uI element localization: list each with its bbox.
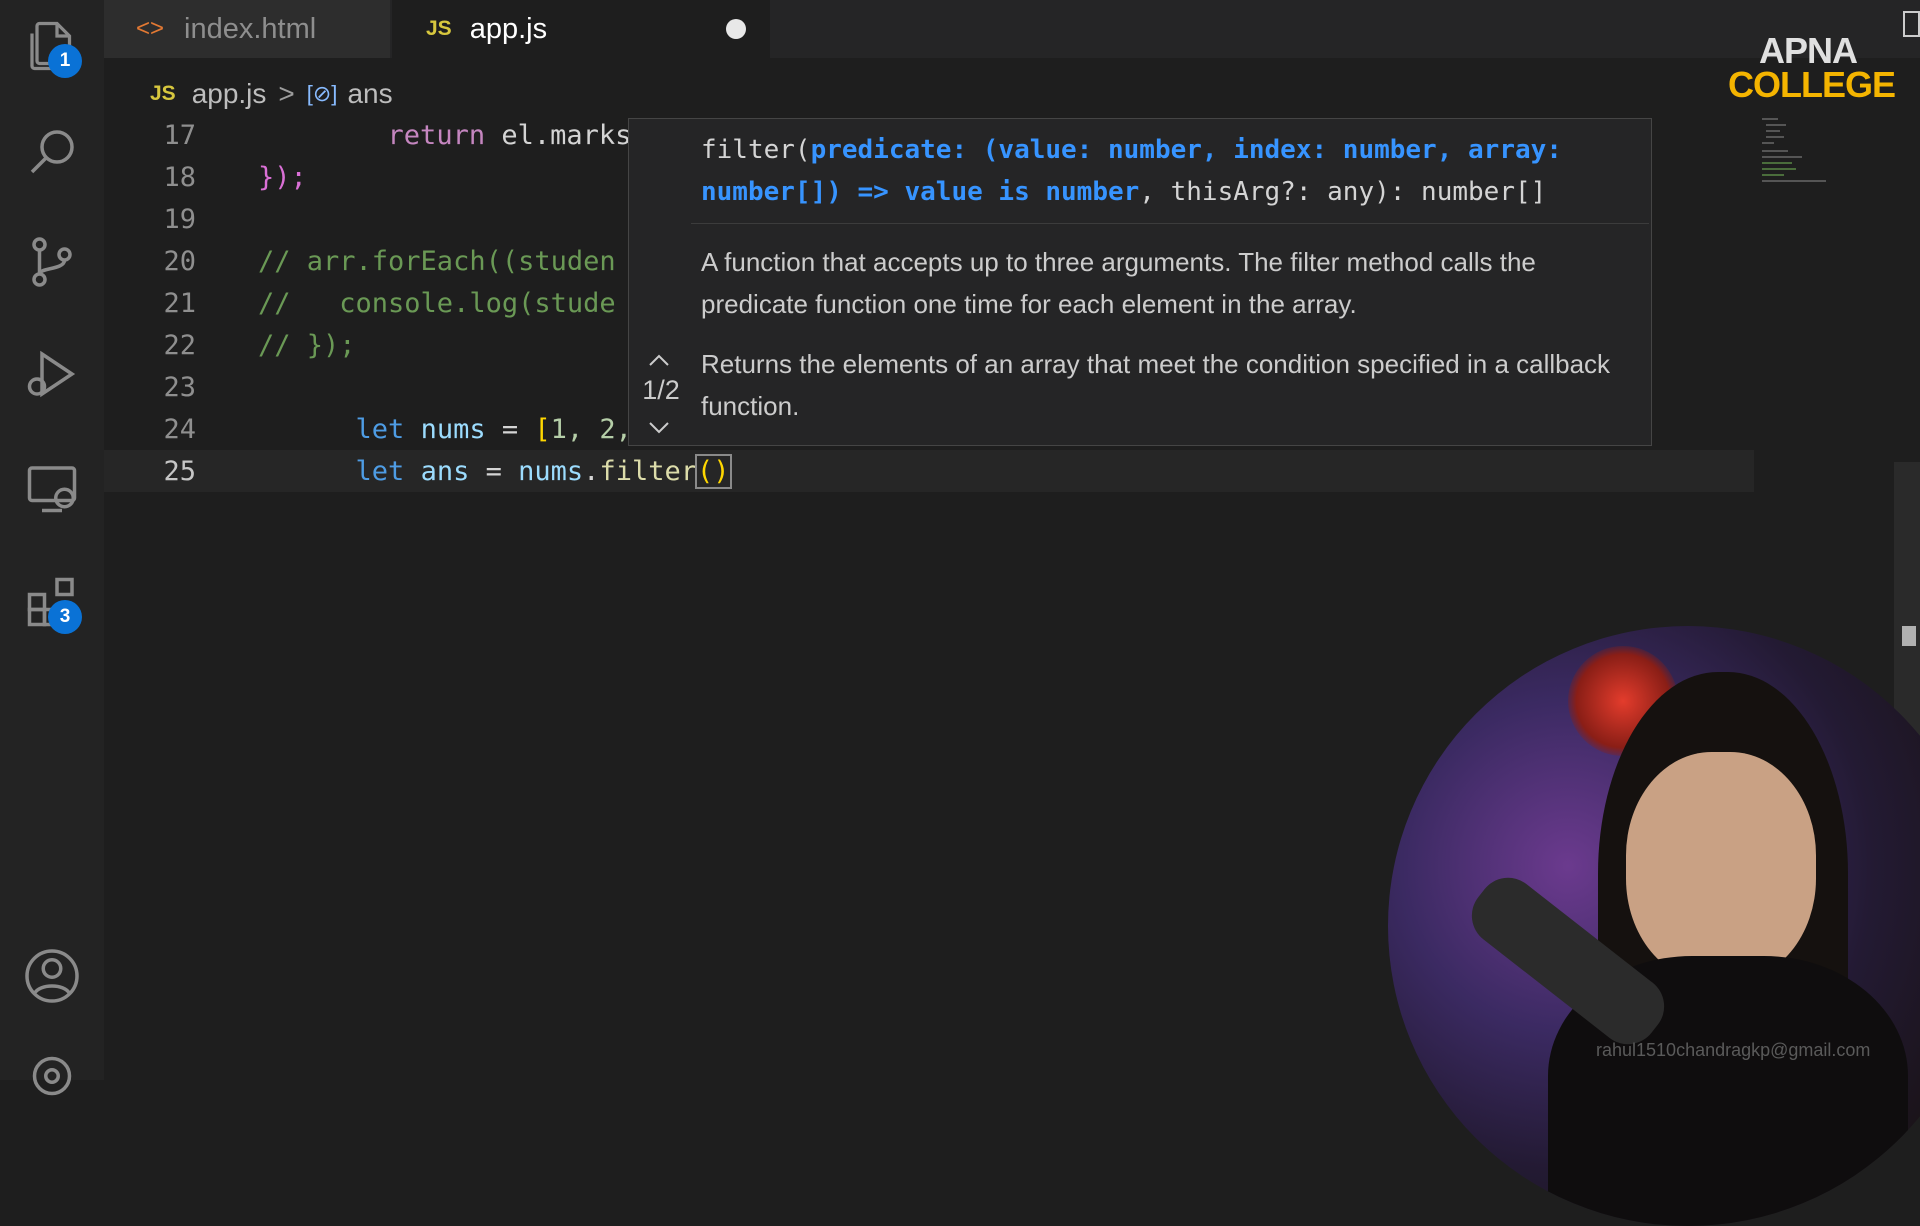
code-token: =	[469, 455, 519, 487]
breadcrumb-file[interactable]: app.js	[192, 78, 267, 110]
parameter-documentation: A function that accepts up to three argu…	[701, 247, 1536, 319]
tab-index-html[interactable]: <> index.html	[104, 0, 390, 58]
line-number: 25	[163, 455, 196, 487]
code-token: nums	[518, 455, 584, 487]
js-file-icon: JS	[426, 17, 452, 40]
chevron-up-icon[interactable]	[647, 353, 671, 367]
tab-bar: <> index.html JS app.js ···	[104, 0, 1920, 58]
code-token: return	[387, 119, 486, 151]
line-number: 24	[163, 413, 196, 445]
line-number: 18	[163, 161, 196, 193]
code-comment: // console.log(stude	[258, 287, 616, 319]
line-number: 21	[163, 287, 196, 319]
divider	[691, 223, 1649, 224]
code-token: let	[355, 455, 405, 487]
code-line-active: 25 let ans = nums.filter()	[104, 450, 1754, 492]
scrollbar-thumb[interactable]	[1902, 626, 1916, 646]
chevron-down-icon[interactable]	[647, 421, 671, 435]
search-icon[interactable]	[16, 116, 88, 188]
split-editor-icon[interactable]	[1902, 10, 1920, 38]
apna-college-logo: APNA COLLEGE	[1728, 30, 1896, 105]
code-token: ()	[695, 453, 732, 489]
tab-app-js[interactable]: JS app.js	[392, 0, 770, 58]
code-comment: // });	[258, 329, 356, 361]
code-token: ans	[404, 455, 470, 487]
code-token: .	[583, 455, 600, 487]
code-token: });	[258, 161, 307, 193]
settings-gear-icon[interactable]	[16, 1040, 88, 1112]
line-number: 23	[163, 371, 196, 403]
overload-navigator: 1/2	[629, 119, 689, 445]
explorer-badge: 1	[48, 44, 82, 78]
minimap[interactable]	[1762, 116, 1832, 190]
overload-counter: 1/2	[642, 375, 680, 405]
html-icon: <>	[136, 15, 165, 42]
activity-bar: 1 3	[0, 0, 104, 1096]
tab-label: index.html	[184, 12, 317, 45]
code-comment: // arr.forEach((studen	[258, 245, 616, 277]
code-token: filter	[599, 455, 697, 487]
account-icon[interactable]	[16, 940, 88, 1012]
extensions-badge: 3	[48, 600, 82, 634]
presenter-face	[1626, 752, 1816, 982]
source-control-icon[interactable]	[16, 226, 88, 298]
unsaved-dot-icon[interactable]	[726, 19, 746, 39]
function-description: Returns the elements of an array that me…	[701, 349, 1611, 421]
line-number: 19	[163, 203, 196, 235]
tab-label: app.js	[469, 12, 548, 45]
line-number: 22	[163, 329, 196, 361]
line-number: 20	[163, 245, 196, 277]
function-signature: filter(predicate: (value: number, index:…	[701, 135, 1562, 207]
email-watermark: rahul1510chandragkp@gmail.com	[1596, 1040, 1871, 1060]
remote-explorer-icon[interactable]	[16, 452, 88, 524]
run-debug-icon[interactable]	[16, 338, 88, 410]
parameter-hints-popup: 1/2 filter(predicate: (value: number, in…	[628, 118, 1652, 446]
js-file-icon: JS	[150, 82, 176, 105]
line-number: 17	[163, 119, 196, 151]
